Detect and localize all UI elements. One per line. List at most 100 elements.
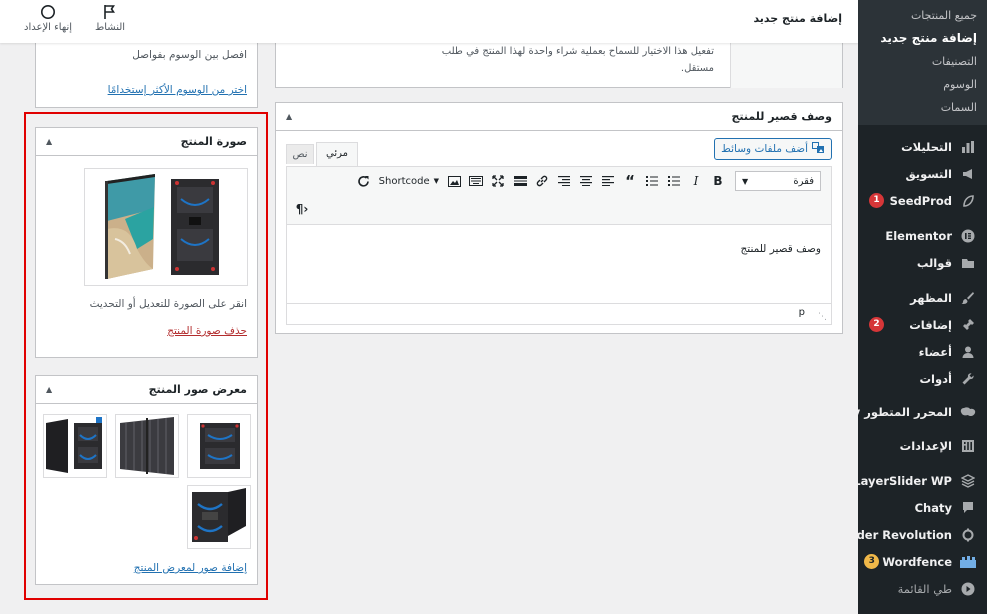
numbered-list-button[interactable] — [641, 170, 663, 192]
read-more-button[interactable] — [509, 170, 531, 192]
led-panel-back-image — [200, 423, 240, 469]
product-image-hint: انقر على الصورة للتعديل أو التحديث — [89, 298, 247, 310]
elementor-icon — [959, 227, 977, 245]
submenu-all-products[interactable]: جميع المنتجات — [858, 4, 987, 27]
wrench-icon — [959, 370, 977, 388]
settings-icon — [959, 437, 977, 455]
submenu-tags[interactable]: الوسوم — [858, 73, 987, 96]
refresh-icon — [959, 526, 977, 544]
layers-icon — [959, 472, 977, 490]
bullet-list-button[interactable] — [663, 170, 685, 192]
collapse-toggle-icon[interactable]: ▲ — [46, 137, 52, 146]
fullscreen-button[interactable] — [487, 170, 509, 192]
submenu-categories[interactable]: التصنيفات — [858, 50, 987, 73]
gallery-thumbnail[interactable] — [43, 414, 107, 478]
page-title: إضافة منتج جديد — [753, 12, 842, 25]
caret-down-icon: ▼ — [742, 176, 749, 186]
sidebar-item-settings[interactable]: الإعدادات — [858, 432, 987, 459]
product-image-header[interactable]: صورة المنتج ▲ — [36, 128, 257, 156]
align-center-button[interactable] — [575, 170, 597, 192]
keyboard-toolbar-toggle-button[interactable] — [465, 170, 487, 192]
product-gallery-title: معرض صور المنتج — [148, 383, 247, 396]
brush-icon — [959, 289, 977, 307]
align-left-button[interactable] — [597, 170, 619, 192]
submenu-attributes[interactable]: السمات — [858, 96, 987, 119]
ltr-direction-button[interactable]: ¶› — [291, 198, 313, 220]
folder-icon — [959, 254, 977, 272]
products-submenu: جميع المنتجات إضافة منتج جديد التصنيفات … — [858, 0, 987, 125]
sidebar-item-seedprod[interactable]: SeedProd 1 — [858, 187, 987, 214]
caret-down-icon: ▼ — [433, 177, 439, 185]
megaphone-icon — [959, 165, 977, 183]
sidebar-item-wordfence[interactable]: Wordfence 3 — [858, 548, 987, 575]
sidebar-item-tools[interactable]: أدوات — [858, 365, 987, 392]
led-panel-front-image — [120, 417, 174, 475]
flag-icon — [95, 4, 125, 20]
seedprod-badge: 1 — [869, 193, 884, 208]
sidebar-item-users[interactable]: أعضاء — [858, 338, 987, 365]
sidebar-item-marketing[interactable]: التسويق — [858, 160, 987, 187]
short-description-box: وصف قصير للمنتج ▲ أضف ملفات وسائط مرئي ن… — [275, 102, 843, 334]
bold-button[interactable]: B — [707, 170, 729, 192]
product-gallery-box: معرض صور المنتج ▲ إضافة صور لمعرض المنتج — [35, 375, 258, 585]
sidebar-item-appearance[interactable]: المظهر — [858, 284, 987, 311]
insert-image-button[interactable] — [443, 170, 465, 192]
product-image-box: صورة المنتج ▲ انقر على الصورة للتعديل أو… — [35, 127, 258, 358]
plugin-icon — [959, 316, 977, 334]
sidebar-item-chaty[interactable]: Chaty — [858, 494, 987, 521]
format-select[interactable]: فقرة ▼ — [735, 171, 821, 191]
seedprod-icon — [959, 192, 977, 210]
short-description-title: وصف قصير للمنتج — [731, 110, 832, 123]
sidebar-item-templates[interactable]: قوالب — [858, 249, 987, 276]
submenu-add-new-product[interactable]: إضافة منتج جديد — [858, 27, 987, 50]
sold-individually-description: تفعيل هذا الاختيار للسماح بعملية شراء وا… — [441, 46, 714, 74]
gallery-thumbnail[interactable] — [187, 485, 251, 549]
italic-button[interactable]: I — [685, 170, 707, 192]
remove-product-image-link[interactable]: حذف صورة المنتج — [167, 325, 247, 337]
editor-frame: فقرة ▼ B I “ Shortcode ▼ ¶› وصف قصير للم… — [286, 166, 832, 325]
collapse-icon — [959, 580, 977, 598]
wordfence-badge: 3 — [864, 554, 880, 569]
short-description-header[interactable]: وصف قصير للمنتج ▲ — [276, 103, 842, 131]
product-image-thumbnail[interactable] — [84, 168, 248, 286]
chat-icon — [959, 499, 977, 517]
sidebar-item-layerslider[interactable]: LayerSlider WP — [853, 467, 987, 494]
most-used-tags-link[interactable]: اختر من الوسوم الأكثر إستخدامًا — [108, 84, 247, 96]
top-toolbar: إضافة منتج جديد النشاط إنهاء الإعداد — [0, 0, 858, 43]
wordfence-icon — [959, 553, 977, 571]
collapse-menu-button[interactable]: طي القائمة — [858, 575, 987, 602]
editor-toolbar: فقرة ▼ B I “ Shortcode ▼ ¶› — [287, 167, 831, 225]
sidebar-item-analytics[interactable]: التحليلات — [858, 133, 987, 160]
led-panel-angle-image — [46, 417, 102, 473]
add-media-button[interactable]: أضف ملفات وسائط — [714, 138, 832, 160]
align-right-button[interactable] — [553, 170, 575, 192]
collapse-toggle-icon[interactable]: ▲ — [286, 112, 292, 121]
tab-visual[interactable]: مرئي — [316, 142, 358, 166]
sidebar-item-slider-revolution[interactable]: Slider Revolution — [840, 521, 987, 548]
gallery-thumbnail[interactable] — [115, 414, 179, 478]
admin-sidebar: جميع المنتجات إضافة منتج جديد التصنيفات … — [794, 0, 987, 614]
sidebar-item-elementor[interactable]: Elementor — [858, 222, 987, 249]
link-button[interactable] — [531, 170, 553, 192]
element-path: p — [798, 307, 805, 318]
sync-icon[interactable] — [353, 170, 375, 192]
tab-text[interactable]: نص — [286, 144, 314, 164]
activity-button[interactable]: النشاط — [95, 4, 125, 33]
blockquote-button[interactable]: “ — [619, 170, 641, 192]
add-gallery-images-link[interactable]: إضافة صور لمعرض المنتج — [134, 562, 247, 574]
circle-progress-icon — [24, 4, 72, 20]
user-icon — [959, 343, 977, 361]
sidebar-item-wpbakery[interactable]: المحرر المتطور WPBakery — [794, 392, 987, 432]
shortcode-dropdown[interactable]: Shortcode ▼ — [375, 170, 443, 192]
editor-content[interactable]: وصف قصير للمنتج — [741, 243, 821, 255]
product-gallery-header[interactable]: معرض صور المنتج ▲ — [36, 376, 257, 404]
wpbakery-icon — [959, 403, 977, 421]
led-panel-open-image — [192, 488, 246, 542]
resize-handle-icon[interactable]: ⋱ — [818, 312, 827, 322]
gallery-thumbnail[interactable] — [187, 414, 251, 478]
sidebar-item-plugins[interactable]: إضافات 2 — [858, 311, 987, 338]
bar-chart-icon — [959, 138, 977, 156]
product-image-title: صورة المنتج — [180, 135, 247, 148]
finish-setup-button[interactable]: إنهاء الإعداد — [24, 4, 72, 33]
collapse-toggle-icon[interactable]: ▲ — [46, 385, 52, 394]
